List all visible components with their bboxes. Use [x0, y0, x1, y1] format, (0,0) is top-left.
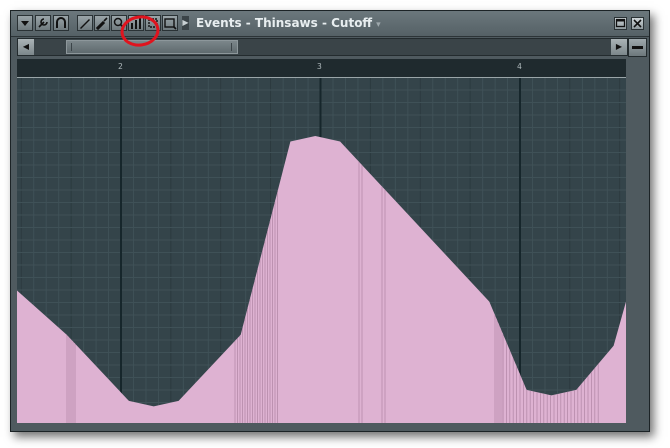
pencil-icon[interactable] [77, 15, 93, 31]
playback-icon[interactable] [162, 15, 178, 31]
timeline-ruler[interactable]: 2 3 4 [17, 59, 626, 78]
bar-number: 2 [118, 62, 123, 71]
title-dropdown-icon[interactable]: ▾ [376, 20, 381, 30]
restore-button[interactable] [614, 17, 627, 30]
paintbrush-icon[interactable] [94, 15, 110, 31]
event-editor-area[interactable] [17, 78, 626, 423]
vertical-scroll-panel[interactable] [626, 58, 649, 431]
close-button[interactable] [631, 17, 644, 30]
highlight-circle [120, 15, 160, 47]
menu-arrow-icon[interactable] [17, 15, 33, 31]
window-title-label: Events - Thinsaws - Cutoff [196, 16, 373, 30]
window-title[interactable]: Events - Thinsaws - Cutoff ▾ [196, 15, 381, 31]
bar-number: 3 [317, 62, 322, 71]
horizontal-scrollbar[interactable]: ◀ ▶ [17, 38, 628, 56]
scroll-left-button[interactable]: ◀ [18, 39, 34, 55]
magnet-icon[interactable] [53, 15, 69, 31]
automation-envelope-chart[interactable] [17, 78, 626, 423]
event-editor-window: ▶ Events - Thinsaws - Cutoff ▾ ◀ ▶ 2 3 4 [10, 10, 650, 432]
title-arrow-icon[interactable]: ▶ [182, 16, 189, 30]
scroll-right-button[interactable]: ▶ [611, 39, 627, 55]
title-bar[interactable]: ▶ Events - Thinsaws - Cutoff ▾ [11, 11, 649, 37]
wrench-icon[interactable] [35, 15, 51, 31]
bar-number: 4 [517, 62, 522, 71]
vertical-zoom-button[interactable] [628, 38, 647, 57]
